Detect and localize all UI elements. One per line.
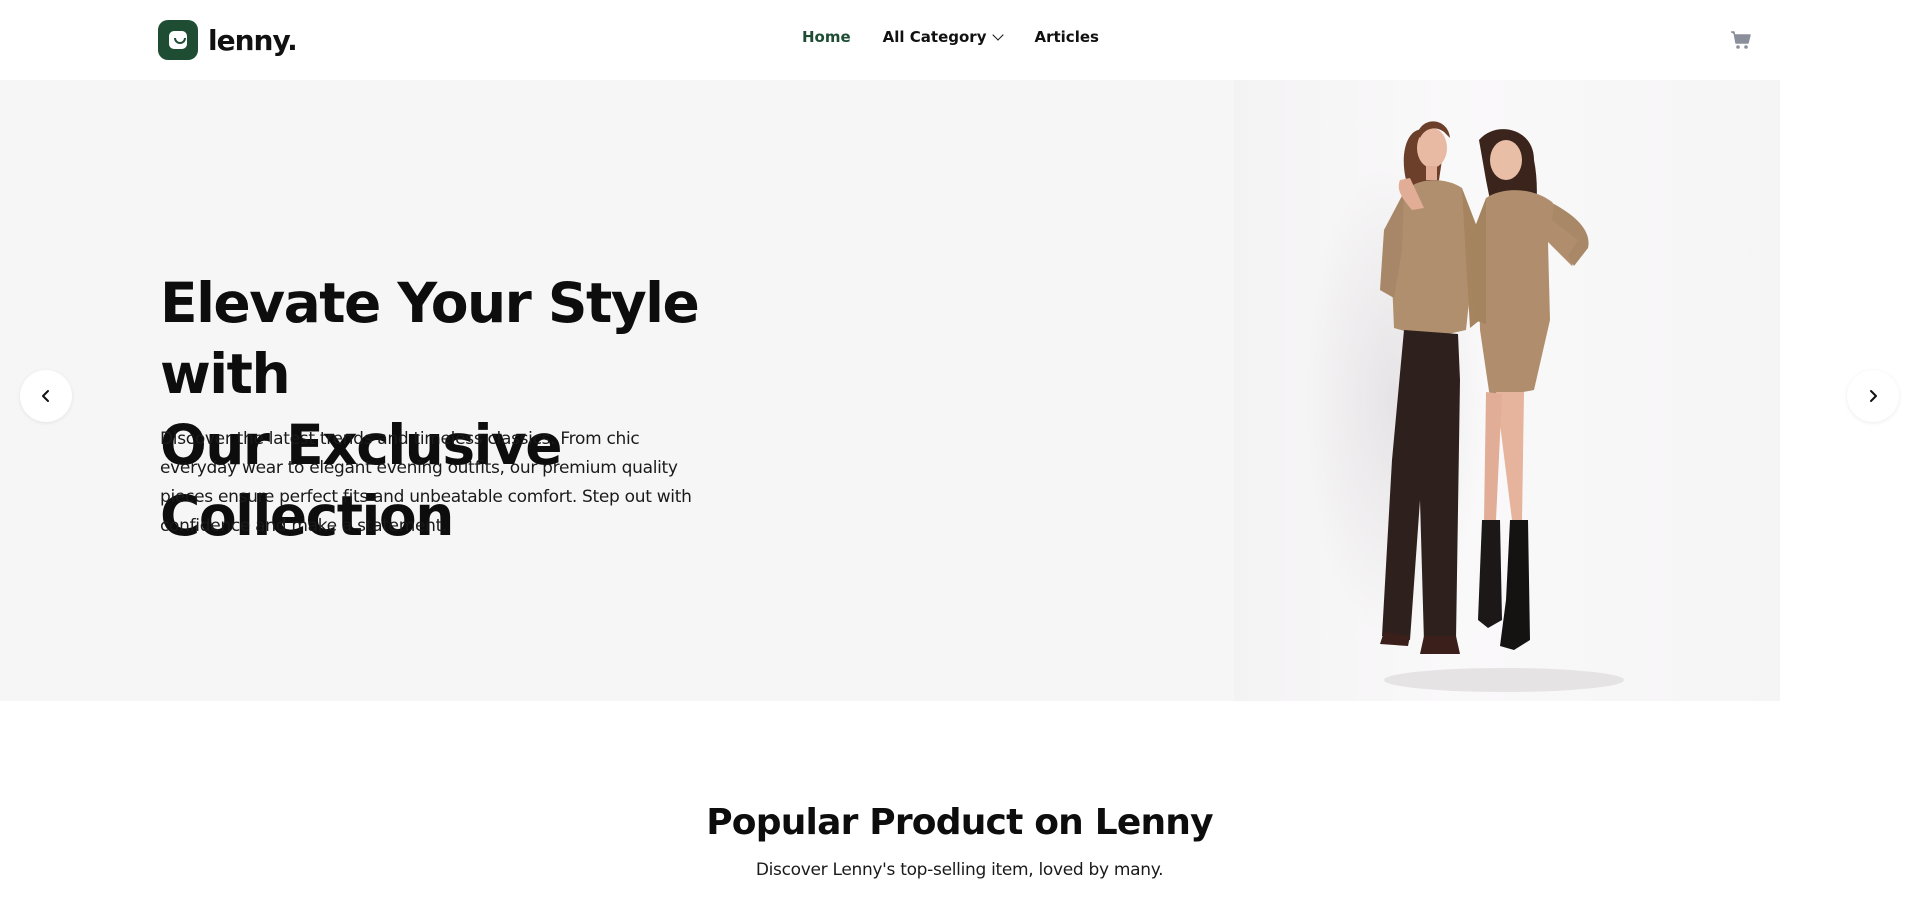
nav-articles-label: Articles bbox=[1034, 28, 1099, 46]
cart-button[interactable] bbox=[1729, 28, 1753, 52]
nav-articles[interactable]: Articles bbox=[1034, 28, 1098, 46]
cart-icon bbox=[1731, 31, 1751, 49]
nav-home-label: Home bbox=[802, 28, 851, 46]
chevron-right-icon bbox=[1870, 390, 1877, 402]
hero-image bbox=[1234, 80, 1780, 701]
popular-products-subtitle: Discover Lenny's top-selling item, loved… bbox=[755, 860, 1164, 880]
chevron-down-icon bbox=[992, 28, 1005, 41]
logo[interactable]: lenny. bbox=[158, 20, 298, 60]
two-women-fashion-photo bbox=[1304, 121, 1624, 692]
site-header: lenny. Home All Category Articles bbox=[0, 0, 1919, 80]
shopping-bag-icon bbox=[158, 20, 198, 60]
nav-all-category-label: All Category bbox=[882, 28, 987, 46]
hero-banner: Elevate Your Style with Our Exclusive Co… bbox=[0, 80, 1780, 701]
hero-description: Discover the latest trends and timeless … bbox=[160, 429, 692, 536]
carousel-prev-button[interactable] bbox=[20, 370, 72, 422]
logo-text: lenny. bbox=[208, 23, 298, 57]
main-nav: Home All Category Articles bbox=[802, 28, 1099, 46]
popular-products-title: Popular Product on Lenny bbox=[706, 802, 1213, 843]
chevron-left-icon bbox=[42, 390, 49, 402]
hero-title-line1: Elevate Your Style with bbox=[160, 271, 700, 406]
nav-home[interactable]: Home bbox=[802, 28, 851, 46]
carousel-next-button[interactable] bbox=[1847, 370, 1899, 422]
nav-all-category[interactable]: All Category bbox=[882, 28, 1005, 46]
